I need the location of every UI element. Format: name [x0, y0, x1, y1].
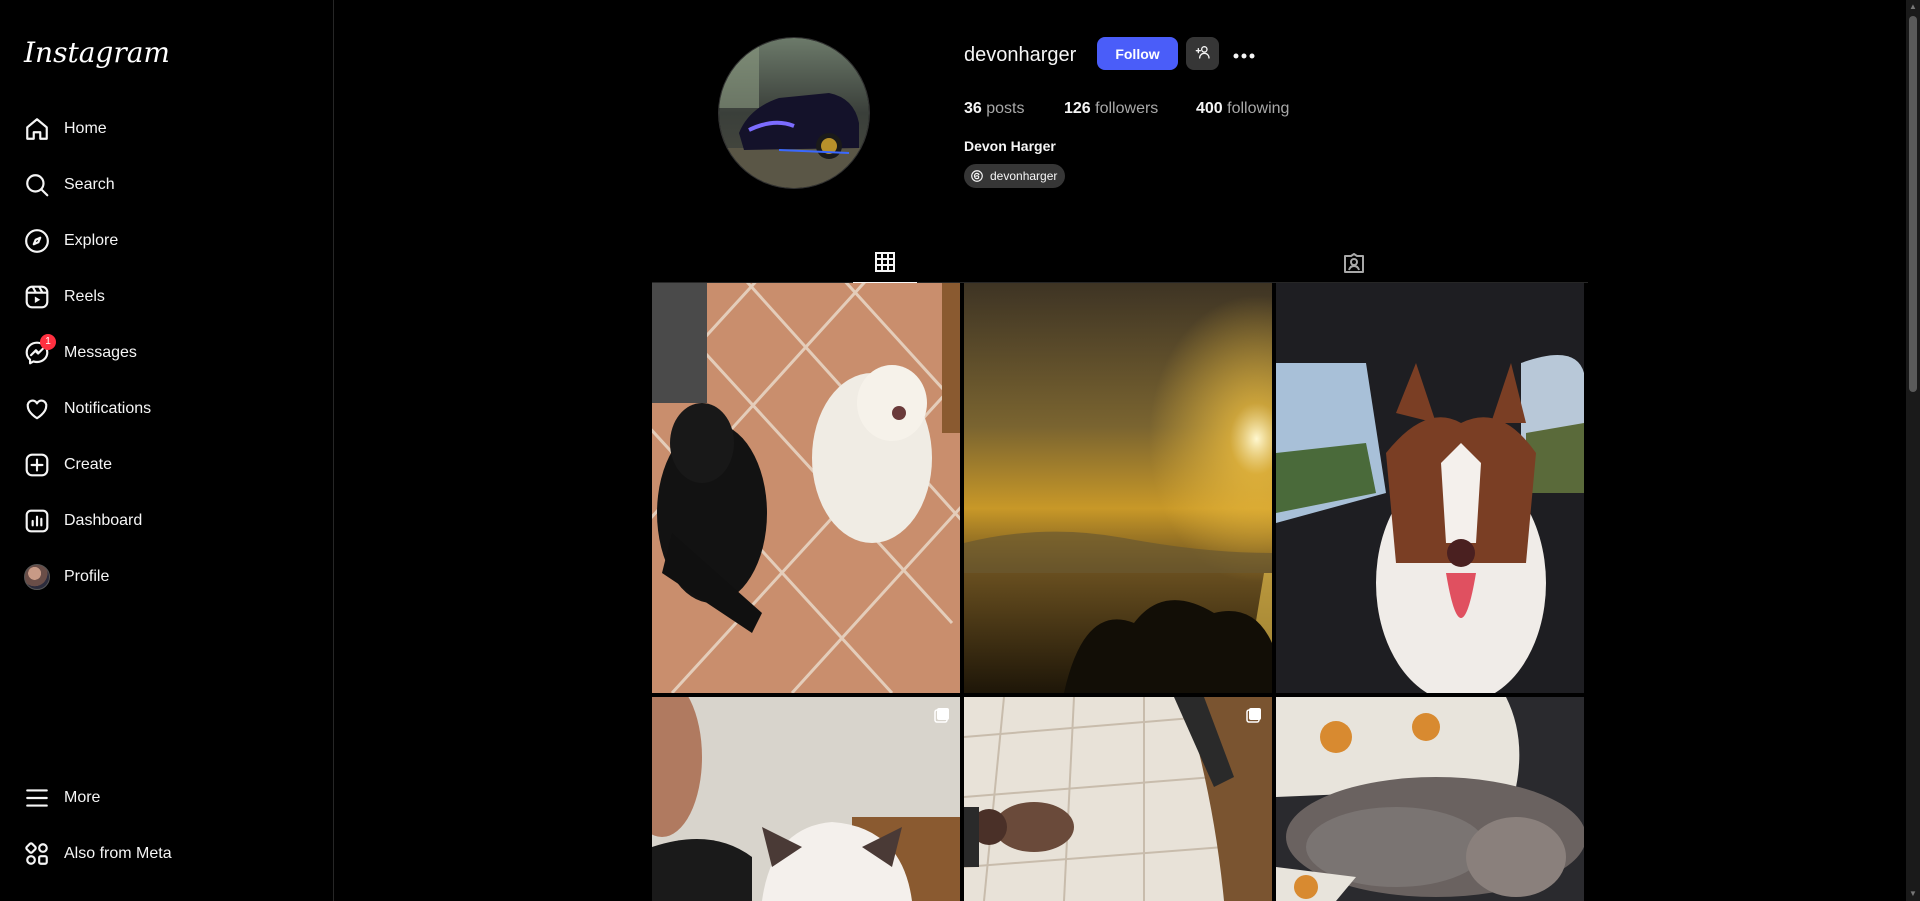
sidebar-item-label: Profile — [64, 568, 110, 585]
options-button[interactable] — [1230, 37, 1258, 70]
following-count-value: 400 — [1196, 100, 1223, 117]
search-icon — [24, 172, 50, 198]
sidebar-item-also-from-meta[interactable]: Also from Meta — [12, 830, 322, 878]
profile-picture[interactable] — [718, 37, 870, 189]
scroll-down-arrow-icon[interactable]: ▼ — [1908, 889, 1918, 899]
tab-posts[interactable] — [853, 247, 917, 283]
post-tile[interactable] — [652, 697, 960, 901]
following-count-label: following — [1227, 100, 1290, 117]
sidebar-item-label: Dashboard — [64, 512, 143, 529]
sidebar-item-label: Home — [64, 120, 107, 137]
more-horizontal-icon — [1233, 42, 1255, 65]
post-image-selfie-husky — [652, 697, 960, 901]
following-count[interactable]: 400 following — [1196, 100, 1289, 118]
post-tile[interactable] — [1276, 697, 1584, 901]
post-tile[interactable] — [964, 283, 1272, 693]
sidebar-item-reels[interactable]: Reels — [12, 273, 322, 321]
scroll-up-arrow-icon[interactable]: ▲ — [1908, 2, 1918, 12]
post-image-puppy-blanket — [1276, 697, 1584, 901]
sidebar-item-label: Also from Meta — [64, 845, 172, 862]
posts-count: 36 posts — [964, 100, 1025, 118]
post-tile[interactable] — [964, 697, 1272, 901]
followers-count-value: 126 — [1064, 100, 1091, 117]
sidebar-item-messages[interactable]: 1 Messages — [12, 329, 322, 377]
home-icon — [24, 116, 50, 142]
threads-icon — [971, 170, 983, 182]
suggested-users-button[interactable] — [1186, 37, 1219, 70]
sidebar-item-label: Explore — [64, 232, 119, 249]
tab-tagged[interactable] — [1322, 247, 1386, 283]
post-image-husky-car — [1276, 283, 1584, 693]
posts-count-value: 36 — [964, 100, 982, 117]
tagged-user-icon — [1342, 251, 1366, 280]
sidebar-item-dashboard[interactable]: Dashboard — [12, 497, 322, 545]
sidebar-item-label: Reels — [64, 288, 105, 305]
sidebar-item-label: Create — [64, 456, 113, 473]
post-image-dogs-tile — [652, 283, 960, 693]
post-image-sunset — [964, 283, 1272, 693]
sidebar-item-home[interactable]: Home — [12, 105, 322, 153]
sidebar-item-label: Search — [64, 176, 115, 193]
followers-count-label: followers — [1095, 100, 1159, 117]
posts-count-label: posts — [986, 100, 1025, 117]
sidebar-item-notifications[interactable]: Notifications — [12, 385, 322, 433]
follow-button[interactable]: Follow — [1097, 37, 1178, 70]
profile-username: devonharger — [964, 44, 1077, 66]
sidebar-item-search[interactable]: Search — [12, 161, 322, 209]
profile-full-name: Devon Harger — [964, 138, 1056, 154]
sidebar-item-profile[interactable]: Profile — [12, 553, 322, 601]
plus-square-icon — [24, 452, 50, 478]
scrollbar-thumb[interactable] — [1909, 16, 1917, 392]
followers-count[interactable]: 126 followers — [1064, 100, 1158, 118]
compass-icon — [24, 228, 50, 254]
sidebar-item-label: Messages — [64, 344, 137, 361]
sidebar-item-label: Notifications — [64, 400, 152, 417]
chart-icon — [24, 508, 50, 534]
sidebar-item-explore[interactable]: Explore — [12, 217, 322, 265]
sidebar-item-create[interactable]: Create — [12, 441, 322, 489]
heart-icon — [24, 396, 50, 422]
threads-link[interactable]: devonharger — [964, 164, 1066, 188]
threads-handle: devonharger — [990, 169, 1058, 183]
post-tile[interactable] — [1276, 283, 1584, 693]
page-scrollbar[interactable]: ▲ ▼ — [1906, 0, 1920, 901]
sidebar-item-label: More — [64, 789, 101, 806]
instagram-logo[interactable]: Instagram — [24, 36, 170, 69]
post-image-puppy-tile — [964, 697, 1272, 901]
multiple-photos-icon — [934, 707, 950, 723]
messenger-icon: 1 — [24, 334, 56, 366]
add-user-icon — [1195, 44, 1211, 63]
post-tile[interactable] — [652, 283, 960, 693]
multiple-photos-icon — [1246, 707, 1262, 723]
sidebar-item-more[interactable]: More — [12, 774, 322, 822]
menu-icon — [24, 785, 50, 811]
sidebar: Instagram Home Search Explore Reels 1 Me… — [0, 0, 334, 901]
notification-badge: 1 — [40, 334, 56, 350]
meta-apps-icon — [24, 841, 50, 867]
grid-icon — [873, 250, 897, 279]
avatar — [24, 564, 50, 590]
reels-icon — [24, 284, 50, 310]
